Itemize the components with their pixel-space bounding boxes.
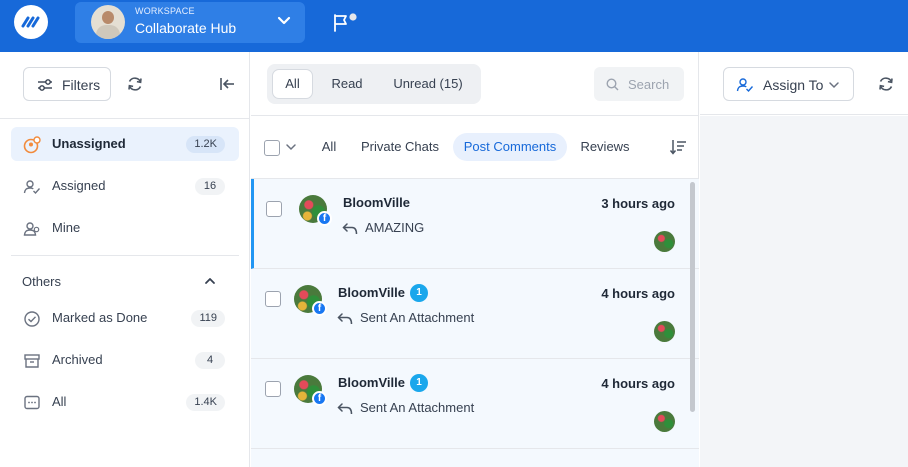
conversation-row[interactable]: f BloomVille 3 hours ago AMAZING [251, 179, 699, 269]
left-sidebar: Filters Unassigned 1.2K Assigned 16 Mine… [0, 52, 250, 467]
conversation-row[interactable] [251, 449, 699, 467]
timestamp: 3 hours ago [601, 196, 675, 211]
read-filter-tabs: All Read Unread (15) [267, 64, 481, 104]
assignee-avatar [654, 321, 675, 342]
tab-post-comments[interactable]: Post Comments [453, 133, 567, 161]
chat-icon [24, 395, 40, 410]
conversation-detail-panel: Assign To [700, 52, 908, 467]
message-preview: AMAZING [365, 220, 425, 235]
tab-unread[interactable]: Unread (15) [384, 69, 472, 99]
conversation-row[interactable]: f BloomVille 1 4 hours ago Sent An Attac… [251, 269, 699, 359]
filters-button[interactable]: Filters [23, 67, 111, 101]
reply-icon [337, 403, 353, 415]
count-badge: 119 [191, 310, 225, 327]
sidebar-item-assigned[interactable]: Assigned 16 [11, 169, 239, 203]
flag-icon[interactable] [332, 13, 360, 33]
assign-to-label: Assign To [763, 77, 824, 93]
tab-read[interactable]: Read [322, 69, 372, 99]
tab-reviews[interactable]: Reviews [577, 133, 633, 161]
count-badge: 1.2K [186, 136, 225, 153]
sidebar-item-label: All [52, 394, 67, 409]
chevron-up-icon[interactable] [204, 276, 216, 286]
assignee-avatar [654, 231, 675, 252]
sidebar-item-label: Unassigned [52, 136, 126, 151]
app-logo-icon[interactable] [14, 5, 48, 39]
row-checkbox[interactable] [265, 381, 281, 397]
row-checkbox[interactable] [265, 291, 281, 307]
workspace-switcher[interactable]: WORKSPACE Collaborate Hub [75, 2, 305, 43]
search-input[interactable] [628, 75, 682, 93]
sender-name: BloomVille [338, 285, 405, 300]
refresh-icon[interactable] [126, 75, 144, 93]
facebook-icon: f [312, 391, 327, 406]
message-preview: Sent An Attachment [360, 400, 475, 415]
sidebar-item-label: Mine [52, 220, 81, 235]
assign-to-button[interactable]: Assign To [723, 67, 854, 101]
done-icon [24, 311, 40, 327]
sidebar-item-label: Marked as Done [52, 310, 148, 325]
reply-icon [337, 313, 353, 325]
archive-icon [24, 354, 40, 368]
tab-all-types[interactable]: All [317, 133, 341, 161]
timestamp: 4 hours ago [601, 286, 675, 301]
divider [0, 118, 249, 119]
count-badge: 4 [195, 352, 225, 369]
others-section-label: Others [22, 274, 62, 289]
sender-name: BloomVille [338, 375, 405, 390]
sidebar-item-mine[interactable]: Mine [11, 211, 239, 245]
divider [11, 255, 239, 256]
chevron-down-icon[interactable] [285, 142, 297, 152]
assign-user-icon [736, 78, 754, 93]
reply-icon [342, 223, 358, 235]
unread-badge: 1 [410, 374, 428, 392]
workspace-label: WORKSPACE [135, 6, 195, 16]
timestamp: 4 hours ago [601, 376, 675, 391]
scrollbar[interactable] [690, 182, 695, 412]
conversation-row[interactable]: f BloomVille 1 4 hours ago Sent An Attac… [251, 359, 699, 449]
search-icon [606, 78, 619, 91]
unread-badge: 1 [410, 284, 428, 302]
workspace-name: Collaborate Hub [135, 20, 237, 36]
chevron-down-icon [277, 16, 291, 25]
message-preview: Sent An Attachment [360, 310, 475, 325]
select-all-checkbox[interactable] [264, 140, 280, 156]
tab-private-chats[interactable]: Private Chats [355, 133, 445, 161]
facebook-icon: f [317, 211, 332, 226]
filters-icon [38, 79, 52, 91]
mine-icon [23, 222, 40, 236]
assigned-icon [23, 180, 41, 195]
count-badge: 1.4K [186, 394, 225, 411]
sidebar-item-unassigned[interactable]: Unassigned 1.2K [11, 127, 239, 161]
assignee-avatar [654, 411, 675, 432]
divider [251, 115, 699, 116]
count-badge: 16 [195, 178, 225, 195]
filters-label: Filters [62, 77, 101, 93]
tab-all[interactable]: All [272, 69, 313, 99]
sidebar-item-label: Assigned [52, 178, 106, 193]
sidebar-item-marked-as-done[interactable]: Marked as Done 119 [11, 301, 239, 335]
facebook-icon: f [312, 301, 327, 316]
row-checkbox[interactable] [266, 201, 282, 217]
chevron-down-icon [829, 82, 839, 89]
avatar [91, 5, 125, 39]
detail-body [700, 116, 908, 467]
sidebar-item-all[interactable]: All 1.4K [11, 385, 239, 419]
sender-name: BloomVille [343, 195, 410, 210]
top-bar: WORKSPACE Collaborate Hub [0, 0, 908, 52]
conversation-list-panel: All Read Unread (15) All Private Chats P… [251, 52, 699, 467]
collapse-sidebar-icon[interactable] [219, 76, 235, 92]
search-box[interactable] [594, 67, 684, 101]
refresh-icon[interactable] [877, 75, 895, 93]
sort-icon[interactable] [669, 139, 687, 155]
sidebar-item-archived[interactable]: Archived 4 [11, 343, 239, 377]
unassigned-icon [23, 136, 41, 154]
sidebar-item-label: Archived [52, 352, 103, 367]
detail-header: Assign To [700, 52, 908, 115]
